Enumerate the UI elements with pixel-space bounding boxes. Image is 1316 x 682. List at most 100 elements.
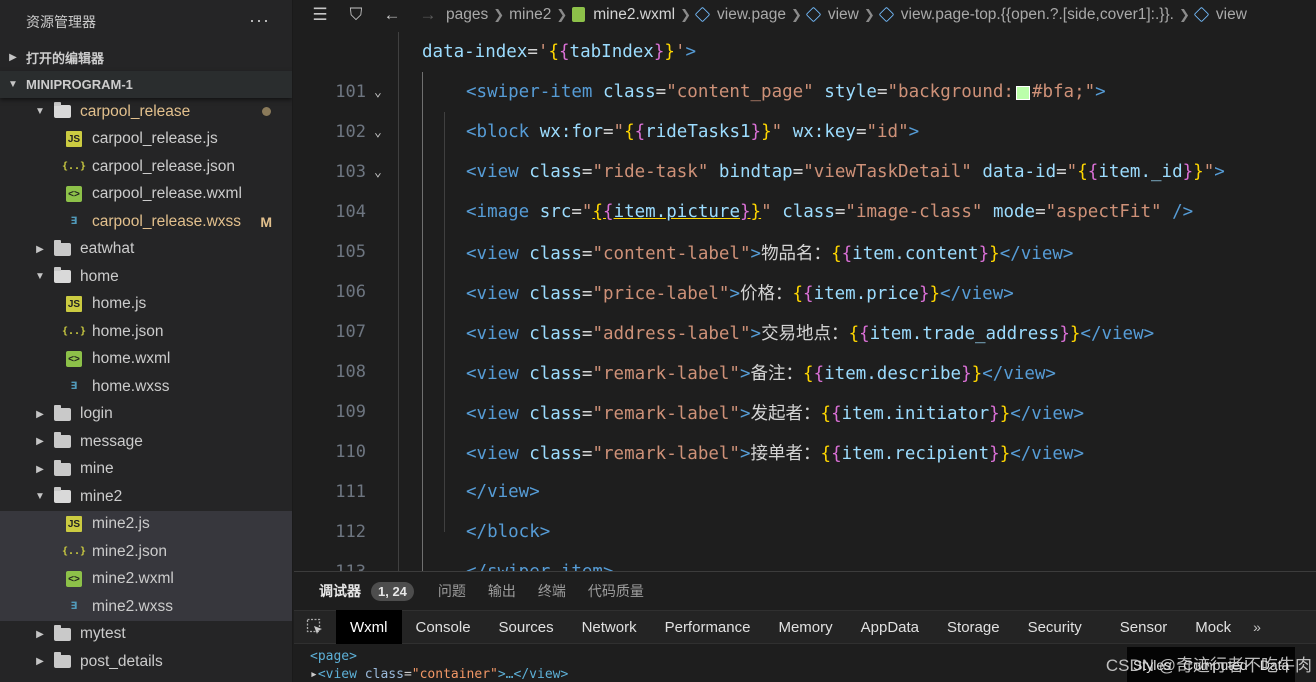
fold-chevron-icon[interactable]: ⌄ <box>374 125 382 140</box>
code-text: 发起者： <box>750 403 821 424</box>
tree-item-label: carpool_release <box>80 102 191 120</box>
devtab-network[interactable]: Network <box>568 610 651 644</box>
tab-output[interactable]: 输出 <box>488 581 516 601</box>
breadcrumb-item-view-last[interactable]: view <box>1216 6 1247 24</box>
tree-item-label: carpool_release.js <box>92 130 218 148</box>
tree-folder[interactable]: ▶ mine <box>0 456 292 484</box>
tree-item-label: mytest <box>80 625 126 643</box>
folder-icon <box>54 239 71 256</box>
code-line: data-index='{{tabIndex}}'> <box>422 42 697 62</box>
tree-file[interactable]: <> home.wxml <box>0 346 292 374</box>
tree-item-label: eatwhat <box>80 240 135 258</box>
breadcrumb-item-file[interactable]: mine2.wxml <box>593 6 675 24</box>
color-swatch[interactable] <box>1015 85 1030 100</box>
breadcrumb-item-pages[interactable]: pages <box>446 6 488 24</box>
tree-folder[interactable]: ▼ carpool_release <box>0 98 292 126</box>
tree-file[interactable]: ∃ carpool_release.wxss M <box>0 208 292 236</box>
dom-value: "container" <box>411 667 498 682</box>
tree-file[interactable]: <> mine2.wxml <box>0 565 292 593</box>
folder-icon <box>54 432 71 449</box>
chevron-right-icon: ▶ <box>36 463 44 475</box>
json-file-icon: {..} <box>61 161 87 173</box>
tree-item-label: home.js <box>92 295 147 313</box>
editor-nav: ☰ ⛉ ← → <box>302 5 446 25</box>
tree-item-label: post_details <box>80 652 163 670</box>
forward-arrow-icon[interactable]: → <box>410 5 446 25</box>
more-actions-icon[interactable]: ··· <box>249 10 270 31</box>
devtab-wxml[interactable]: Wxml <box>336 610 402 644</box>
tree-file[interactable]: ∃ mine2.wxss <box>0 593 292 621</box>
outline-icon[interactable]: ☰ <box>302 5 338 25</box>
devtab-appdata[interactable]: AppData <box>847 610 933 644</box>
tree-item-label: home.wxml <box>92 350 171 368</box>
devtab-console[interactable]: Console <box>402 610 485 644</box>
devtab-mock[interactable]: Mock <box>1181 610 1245 644</box>
devtab-storage[interactable]: Storage <box>933 610 1014 644</box>
modified-dot-icon <box>262 107 271 117</box>
breadcrumb-item-view-page-top[interactable]: view.page-top.{{open.?.[side,cover1]:.}}… <box>901 6 1174 24</box>
devtab-memory[interactable]: Memory <box>764 610 846 644</box>
tree-folder[interactable]: ▶ post_details <box>0 648 292 676</box>
breadcrumb-item-view[interactable]: view <box>828 6 859 24</box>
tree-item-label: mine2.js <box>92 515 150 533</box>
chevron-right-icon: ❯ <box>493 6 505 22</box>
tree-file[interactable]: JS carpool_release.js <box>0 126 292 154</box>
tab-code-quality[interactable]: 代码质量 <box>588 581 644 601</box>
code-area[interactable]: data-index='{{tabIndex}}'> 101 ⌄ <swiper… <box>294 32 1316 571</box>
breadcrumb-item-view-page[interactable]: view.page <box>717 6 786 24</box>
back-arrow-icon[interactable]: ← <box>374 5 410 25</box>
tree-folder[interactable]: ▶ mytest <box>0 621 292 649</box>
fold-chevron-icon[interactable]: ⌄ <box>374 165 382 180</box>
fold-chevron-icon[interactable]: ⌄ <box>374 85 382 100</box>
tree-item-label: mine2 <box>80 487 123 505</box>
expand-triangle-icon[interactable]: ▸ <box>310 667 318 682</box>
tab-terminal[interactable]: 终端 <box>538 581 566 601</box>
chevron-right-icon: ❯ <box>556 6 568 22</box>
tree-file[interactable]: ∃ home.wxss <box>0 373 292 401</box>
code-line: 106 <view class="price-label">价格：{{item.… <box>294 272 1316 312</box>
folder-open-icon <box>54 102 71 119</box>
element-icon <box>1193 6 1210 23</box>
code-line: 108 <view class="remark-label">备注：{{item… <box>294 352 1316 392</box>
devtab-security[interactable]: Security <box>1014 610 1096 644</box>
watermark: CSDN @奇迹行者不吃牛肉 <box>1105 656 1312 675</box>
devtab-sensor[interactable]: Sensor <box>1106 610 1182 644</box>
devtab-sources[interactable]: Sources <box>485 610 568 644</box>
file-tree: ▼ carpool_release JS carpool_release.js {..}… <box>0 98 292 676</box>
section-project[interactable]: ▼ MINIPROGRAM-1 <box>0 71 292 98</box>
folder-open-icon <box>54 487 71 504</box>
bookmark-icon[interactable]: ⛉ <box>338 5 374 25</box>
chevron-right-icon: ▶ <box>36 243 44 255</box>
devtab-performance[interactable]: Performance <box>651 610 765 644</box>
tree-folder[interactable]: ▼ mine2 <box>0 483 292 511</box>
tree-folder[interactable]: ▶ login <box>0 401 292 429</box>
tree-item-label: home.wxss <box>92 377 170 395</box>
breadcrumb-item-mine2[interactable]: mine2 <box>509 6 551 24</box>
element-icon <box>805 6 822 23</box>
folder-icon <box>54 404 71 421</box>
tree-folder[interactable]: ▶ eatwhat <box>0 236 292 264</box>
tree-file[interactable]: {..} home.json <box>0 318 292 346</box>
inspect-element-icon[interactable] <box>294 610 336 644</box>
code-text: 接单者： <box>750 443 821 464</box>
section-label: MINIPROGRAM-1 <box>26 77 133 92</box>
tree-item-label: carpool_release.wxss <box>92 212 242 230</box>
tab-problems[interactable]: 问题 <box>438 581 466 601</box>
tree-file[interactable]: {..} carpool_release.json <box>0 153 292 181</box>
tab-debugger[interactable]: 调试器 <box>319 581 361 601</box>
section-open-editors[interactable]: ▶ 打开的编辑器 <box>0 44 292 71</box>
tree-file[interactable]: JS mine2.js <box>0 510 292 538</box>
tree-folder[interactable]: ▼ home <box>0 263 292 291</box>
code-line: 111 </view> <box>294 472 1316 512</box>
tree-folder[interactable]: ▶ message <box>0 428 292 456</box>
chevron-right-icon: ▶ <box>36 656 44 668</box>
tree-file[interactable]: JS home.js <box>0 291 292 319</box>
line-number: 113 <box>294 562 366 571</box>
code-line: 113 </swiper-item> <box>294 552 1316 571</box>
js-file-icon: JS <box>66 131 82 148</box>
folder-open-icon <box>54 267 71 284</box>
tree-file[interactable]: {..} mine2.json <box>0 538 292 566</box>
tree-item-label: carpool_release.json <box>92 157 236 175</box>
tree-file[interactable]: <> carpool_release.wxml <box>0 181 292 209</box>
more-tabs-icon[interactable]: » <box>1253 619 1261 635</box>
